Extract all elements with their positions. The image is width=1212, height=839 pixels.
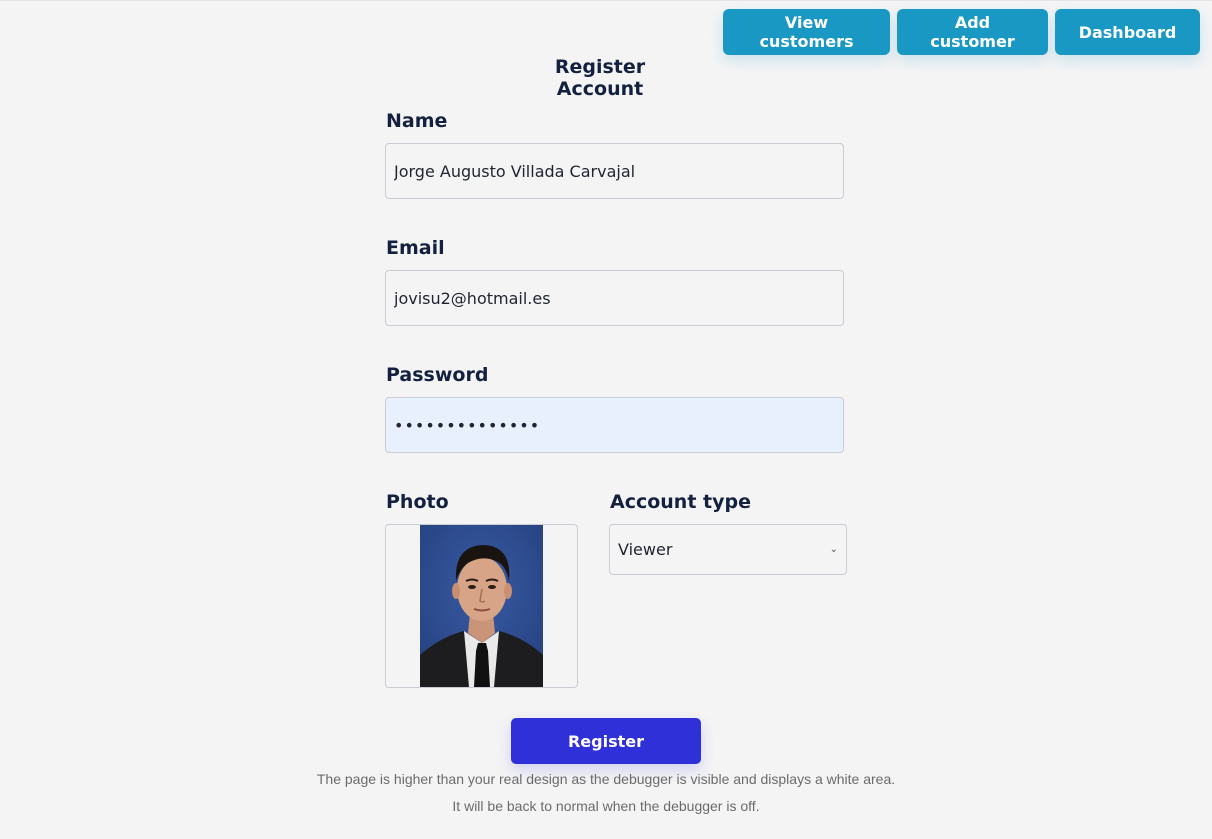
debugger-note-line1: The page is higher than your real design… bbox=[316, 771, 896, 787]
chevron-down-icon: ⌄ bbox=[829, 544, 838, 555]
account-type-select[interactable]: Viewer ⌄ bbox=[609, 524, 847, 575]
account-type-label: Account type bbox=[610, 491, 751, 513]
email-input[interactable] bbox=[385, 270, 844, 326]
top-navigation: View customers Add customer Dashboard bbox=[723, 9, 1200, 55]
profile-photo bbox=[420, 525, 543, 687]
photo-label: Photo bbox=[386, 491, 449, 513]
debugger-note-line2: It will be back to normal when the debug… bbox=[452, 798, 760, 814]
add-customer-button[interactable]: Add customer bbox=[897, 9, 1048, 55]
password-input[interactable] bbox=[385, 397, 844, 453]
photo-upload[interactable] bbox=[385, 524, 578, 688]
account-type-value: Viewer bbox=[618, 540, 673, 559]
name-label: Name bbox=[386, 110, 448, 132]
register-page: View customers Add customer Dashboard Re… bbox=[0, 0, 1212, 839]
email-label: Email bbox=[386, 237, 445, 259]
name-input[interactable] bbox=[385, 143, 844, 199]
dashboard-button[interactable]: Dashboard bbox=[1055, 9, 1200, 55]
view-customers-button[interactable]: View customers bbox=[723, 9, 890, 55]
page-title: Register Account bbox=[554, 56, 646, 100]
register-button[interactable]: Register bbox=[511, 718, 701, 764]
password-label: Password bbox=[386, 364, 489, 386]
